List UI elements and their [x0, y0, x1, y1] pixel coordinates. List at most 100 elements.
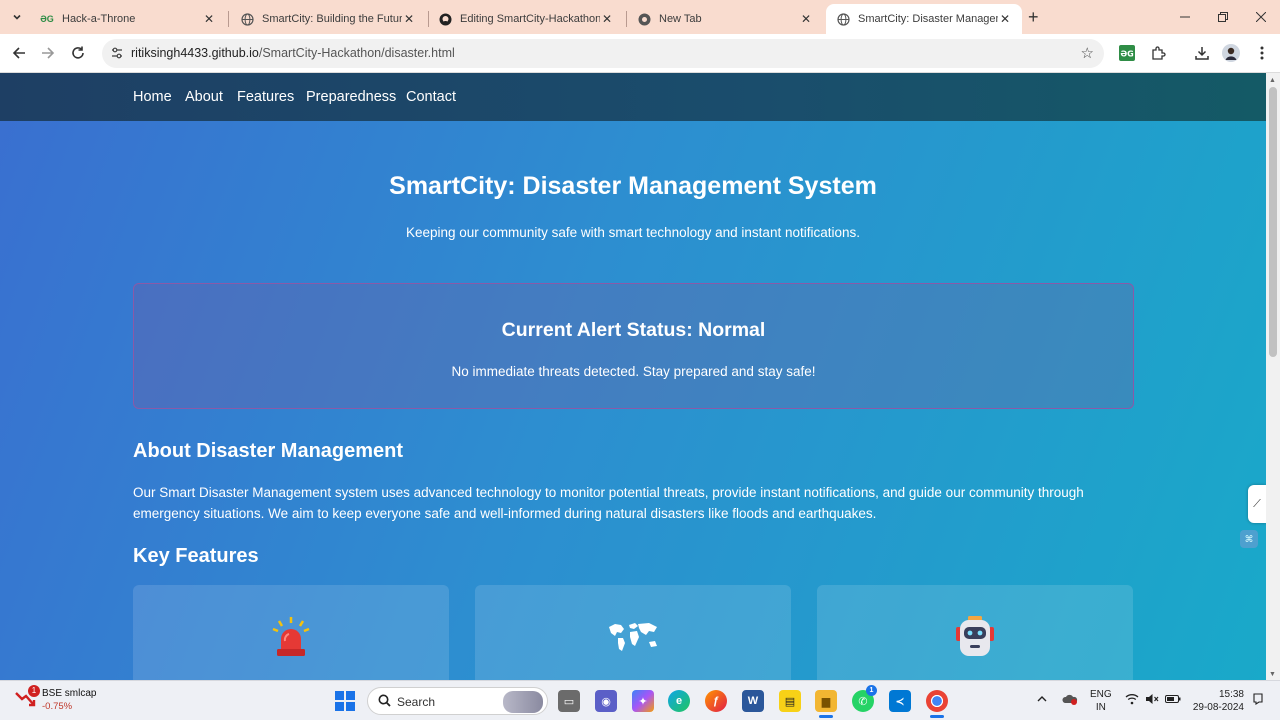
tab-title: New Tab — [659, 13, 702, 25]
features-heading: Key Features — [133, 545, 259, 567]
language-indicator[interactable]: ENG IN — [1090, 688, 1112, 714]
nav-home-link[interactable]: Home — [133, 89, 172, 105]
nav-features-link[interactable]: Features — [237, 89, 294, 105]
scroll-up-arrow-icon[interactable]: ▲ — [1269, 77, 1276, 84]
tab-strip: ƏG Hack-a-Throne ✕ SmartCity: Building t… — [0, 0, 1280, 34]
page-viewport: Home About Features Preparedness Contact… — [0, 73, 1266, 680]
tab-search-button[interactable] — [6, 6, 28, 28]
vscode-icon[interactable]: ≺ — [889, 690, 911, 712]
close-window-button[interactable] — [1242, 0, 1280, 34]
whatsapp-icon[interactable]: ✆ 1 — [852, 685, 877, 712]
page-scrollbar[interactable]: ▲ ▼ — [1266, 73, 1280, 680]
sticky-notes-icon[interactable]: ▤ — [779, 690, 801, 712]
task-view-icon[interactable]: ▭ — [558, 690, 580, 712]
chevron-down-icon — [13, 14, 21, 20]
bookmark-star-icon[interactable]: ☆ — [1081, 44, 1094, 62]
tab-title: Hack-a-Throne — [62, 13, 136, 25]
clock-time: 15:38 — [1218, 689, 1244, 700]
close-icon — [1256, 12, 1266, 22]
clock-date: 29-08-2024 — [1192, 702, 1244, 713]
globe-icon — [240, 12, 254, 26]
svg-text:ƏG: ƏG — [1120, 50, 1133, 59]
chat-icon[interactable]: ◉ — [595, 690, 617, 712]
tab-title: SmartCity: Building the Future — [262, 13, 402, 25]
system-clock[interactable]: 15:38 29-08-2024 — [1188, 688, 1244, 714]
alert-status-panel: Current Alert Status: Normal No immediat… — [133, 283, 1134, 409]
arrow-right-icon — [42, 47, 55, 59]
nav-contact-link[interactable]: Contact — [406, 89, 456, 105]
wifi-icon[interactable] — [1125, 693, 1139, 708]
close-icon[interactable]: ✕ — [600, 12, 614, 26]
page-subtitle: Keeping our community safe with smart te… — [406, 225, 860, 240]
notification-icon[interactable] — [1252, 693, 1264, 708]
tab-hack-a-throne[interactable]: ƏG Hack-a-Throne ✕ — [30, 4, 226, 34]
close-icon[interactable]: ✕ — [998, 12, 1012, 26]
file-explorer-icon[interactable]: ▆ — [815, 690, 837, 718]
translate-widget-icon[interactable]: ⌘ — [1240, 530, 1258, 548]
about-paragraph: Our Smart Disaster Management system use… — [133, 485, 1084, 521]
extensions-puzzle-icon[interactable] — [1149, 44, 1167, 62]
volume-muted-icon[interactable] — [1145, 693, 1159, 708]
battery-icon[interactable] — [1165, 693, 1181, 708]
restore-icon — [1218, 12, 1228, 22]
gg-icon: ƏG — [40, 14, 54, 24]
restore-button[interactable] — [1204, 0, 1242, 34]
back-button[interactable] — [9, 43, 29, 63]
scroll-down-arrow-icon[interactable]: ▼ — [1269, 671, 1276, 678]
tab-new-tab[interactable]: New Tab ✕ — [627, 4, 823, 34]
chrome-icon — [637, 12, 651, 26]
scrollbar-thumb[interactable] — [1269, 87, 1277, 357]
taskbar-search[interactable]: Search — [367, 687, 548, 715]
search-highlight-image — [503, 691, 543, 713]
url-host: ritiksingh4433.github.io — [131, 46, 259, 60]
reload-icon — [72, 46, 84, 59]
tab-title: Editing SmartCity-Hackathon/R — [460, 13, 600, 25]
feature-card — [817, 585, 1133, 680]
browser-toolbar: ritiksingh4433.github.io/SmartCity-Hacka… — [0, 34, 1280, 73]
alert-status-text: No immediate threats detected. Stay prep… — [451, 364, 816, 379]
alert-status-title: Current Alert Status: Normal — [501, 319, 766, 341]
tab-title: SmartCity: Disaster Managemen — [858, 13, 998, 25]
forward-button[interactable] — [38, 43, 58, 63]
minimize-icon — [1180, 16, 1190, 18]
geeksforgeeks-extension-icon[interactable]: ƏG — [1118, 44, 1136, 62]
close-icon[interactable]: ✕ — [202, 12, 216, 26]
tab-disaster-management[interactable]: SmartCity: Disaster Managemen ✕ — [826, 4, 1022, 34]
tab-divider — [228, 11, 229, 27]
start-button[interactable] — [335, 691, 355, 711]
globe-icon — [836, 12, 850, 26]
tab-editing-github[interactable]: Editing SmartCity-Hackathon/R ✕ — [428, 4, 624, 34]
new-tab-button[interactable]: + — [1028, 8, 1039, 26]
close-icon[interactable]: ✕ — [402, 12, 416, 26]
download-icon[interactable] — [1193, 44, 1211, 62]
firefox-icon[interactable]: ƒ — [705, 690, 727, 712]
address-bar[interactable]: ritiksingh4433.github.io/SmartCity-Hacka… — [102, 39, 1104, 68]
profile-avatar-icon[interactable] — [1222, 44, 1240, 62]
page-title: SmartCity: Disaster Management System — [389, 172, 877, 200]
search-placeholder: Search — [397, 695, 436, 709]
url-text: ritiksingh4433.github.io/SmartCity-Hacka… — [131, 46, 455, 60]
minimize-button[interactable] — [1166, 0, 1204, 34]
site-navbar: Home About Features Preparedness Contact — [0, 73, 1266, 121]
about-heading: About Disaster Management — [133, 440, 404, 462]
close-icon[interactable]: ✕ — [799, 12, 813, 26]
more-menu-icon[interactable] — [1253, 44, 1271, 62]
stock-widget[interactable]: 1 BSE smlcap -0.75% — [14, 685, 96, 713]
nav-preparedness-link[interactable]: Preparedness — [306, 89, 396, 105]
stock-change: -0.75% — [42, 701, 73, 712]
edge-icon[interactable]: e — [668, 690, 690, 712]
url-path: /SmartCity-Hackathon/disaster.html — [258, 46, 455, 60]
word-icon[interactable]: W — [742, 690, 764, 712]
github-icon — [438, 12, 452, 26]
arrow-left-icon — [12, 47, 25, 59]
onedrive-icon[interactable] — [1062, 693, 1078, 708]
nav-about-link[interactable]: About — [185, 89, 223, 105]
reload-button[interactable] — [68, 43, 88, 63]
tray-overflow-chevron-icon[interactable] — [1036, 693, 1048, 708]
chrome-taskbar-icon[interactable] — [926, 690, 948, 718]
site-info-icon[interactable] — [110, 46, 124, 60]
copilot-icon[interactable]: ✦ — [632, 690, 654, 712]
search-icon — [378, 694, 391, 710]
side-widget-tab[interactable]: ⟋ — [1248, 485, 1266, 523]
tab-smartcity-building[interactable]: SmartCity: Building the Future ✕ — [230, 4, 426, 34]
